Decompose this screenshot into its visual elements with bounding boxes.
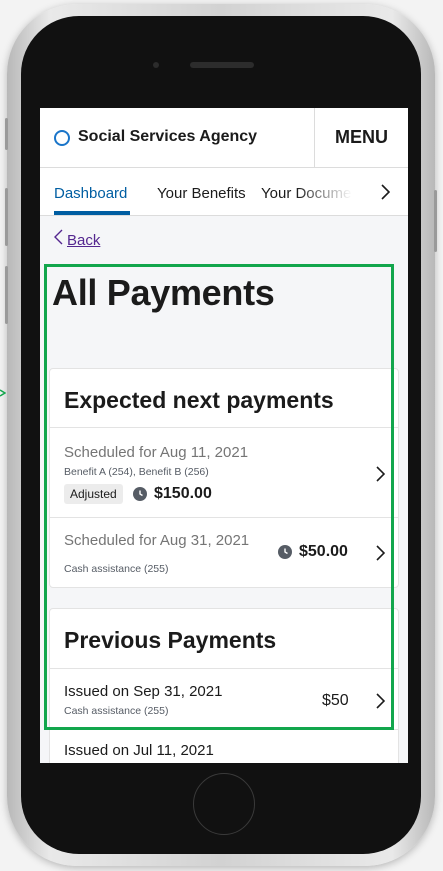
clock-icon [278, 545, 292, 559]
chevron-right-icon [381, 184, 390, 200]
app-header: Social Services Agency MENU [40, 108, 408, 168]
payment-date: Scheduled for Aug 31, 2021 [64, 532, 250, 549]
tab-overflow-fade [296, 168, 366, 215]
payment-date: Scheduled for Aug 11, 2021 [64, 444, 249, 461]
payment-row[interactable]: Scheduled for Aug 11, 2021 Benefit A (25… [50, 427, 398, 517]
tab-scroll-right-button[interactable] [366, 168, 408, 215]
chevron-right-icon [376, 693, 385, 709]
tab-your-benefits[interactable]: Your Benefits [157, 185, 246, 202]
chevron-right-icon [376, 466, 385, 482]
home-button[interactable] [193, 773, 255, 835]
tab-scroll-area: Dashboard Your Benefits Your Documents [40, 168, 366, 215]
expected-payments-card: Expected next payments Scheduled for Aug… [49, 368, 399, 588]
tab-dashboard[interactable]: Dashboard [54, 185, 127, 202]
expected-payments-heading: Expected next payments [64, 387, 334, 413]
chevron-right-icon [376, 545, 385, 561]
payment-details: Cash assistance (255) [64, 705, 169, 717]
back-link[interactable]: Back [67, 232, 100, 249]
tab-bar: Dashboard Your Benefits Your Documents [40, 168, 408, 216]
phone-screen: Social Services Agency MENU Dashboard Yo… [40, 108, 408, 763]
agency-logo-icon [54, 130, 70, 146]
payment-row[interactable]: Issued on Jul 11, 2021 [50, 729, 398, 763]
front-camera [153, 62, 159, 68]
highlight-arrow-icon [0, 389, 6, 397]
menu-button[interactable]: MENU [315, 108, 408, 167]
mute-switch [5, 118, 8, 150]
payment-details: Benefit A (254), Benefit B (256) [64, 466, 209, 478]
payment-date: Issued on Sep 31, 2021 [64, 683, 223, 700]
payment-amount: $50 [322, 692, 349, 709]
payment-amount: $50.00 [299, 543, 348, 560]
volume-up-button [5, 188, 8, 246]
chevron-left-icon [54, 229, 63, 245]
payment-row[interactable]: Scheduled for Aug 31, 2021 Cash assistan… [50, 517, 398, 588]
earpiece-speaker [190, 62, 254, 68]
previous-payments-card: Previous Payments Issued on Sep 31, 2021… [49, 608, 399, 763]
payment-amount: $150.00 [154, 485, 212, 502]
payment-date: Issued on Jul 11, 2021 [64, 742, 214, 759]
payment-row[interactable]: Issued on Sep 31, 2021 Cash assistance (… [50, 668, 398, 729]
volume-down-button [5, 266, 8, 324]
agency-name[interactable]: Social Services Agency [78, 128, 257, 146]
previous-payments-heading: Previous Payments [64, 627, 277, 653]
adjusted-badge: Adjusted [64, 484, 123, 504]
page-title: All Payments [52, 272, 275, 313]
power-button [434, 190, 437, 252]
payment-details: Cash assistance (255) [64, 563, 169, 575]
clock-icon [133, 487, 147, 501]
active-tab-indicator [54, 211, 130, 215]
